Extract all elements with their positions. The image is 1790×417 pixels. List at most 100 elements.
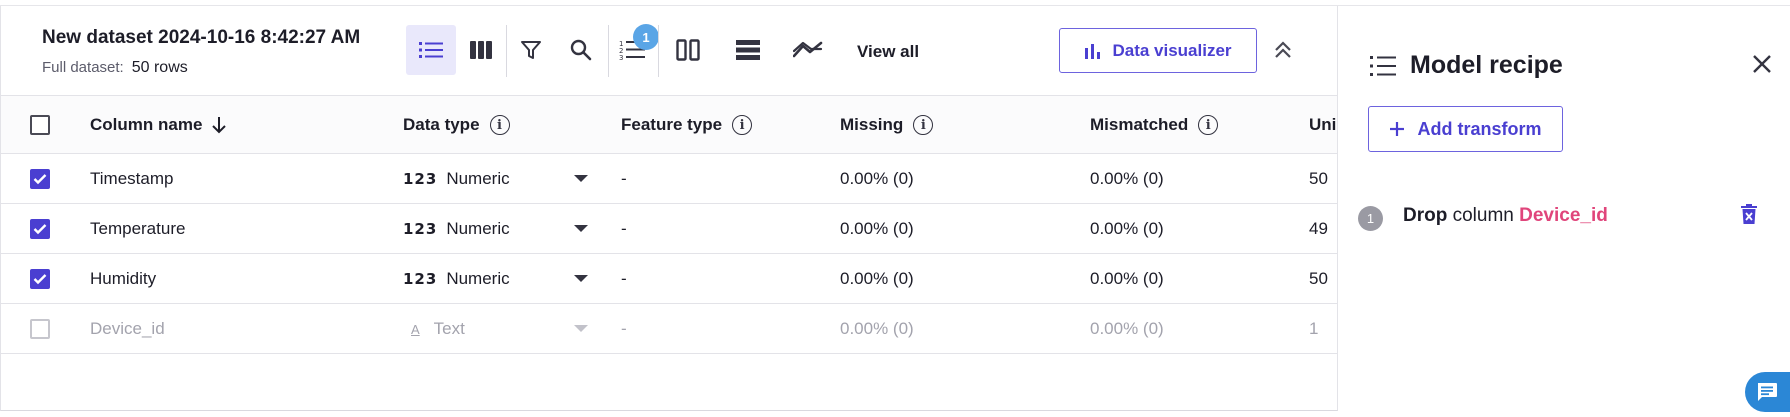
svg-text:3: 3 [619,54,623,61]
numeric-type-icon: 123 [403,220,438,238]
mismatched-cell: 0.00% (0) [1090,219,1164,238]
recipe-count-badge: 1 [633,24,659,50]
data-visualizer-label: Data visualizer [1112,40,1232,60]
check-icon [33,274,47,285]
chevron-down-icon[interactable] [574,225,588,232]
panel-title: Model recipe [1410,51,1563,79]
unique-cell: 50 [1309,269,1328,288]
double-chevron-up-icon [1275,41,1291,58]
column-name-header[interactable]: Column name [90,96,227,154]
search-button[interactable] [556,25,606,75]
data-type-cell[interactable]: 123 Numeric [403,254,510,304]
row-checkbox[interactable] [30,269,50,289]
missing-cell: 0.00% (0) [840,219,914,238]
chevron-down-icon[interactable] [574,325,588,332]
table-row[interactable]: Temperature 123 Numeric - 0.00% (0) 0.00… [1,204,1337,254]
recipe-step[interactable]: Drop column Device_id [1403,205,1608,227]
filter-icon [521,41,541,59]
dataset-title: New dataset 2024-10-16 8:42:27 AM [42,27,361,48]
step-verb: Drop [1403,205,1448,226]
missing-header: Missing i [840,96,934,154]
column-name-cell: Humidity [90,269,157,288]
delete-step-button[interactable] [1741,204,1757,229]
column-view-button[interactable] [456,25,506,75]
row-checkbox[interactable] [30,219,50,239]
collapse-toolbar-button[interactable] [1273,40,1293,65]
sort-down-icon [212,117,227,134]
data-type-cell[interactable]: 123 Numeric [403,204,510,254]
close-icon [1753,55,1771,73]
chevron-down-icon[interactable] [574,275,588,282]
feature-type-header: Feature type i [621,96,753,154]
list-icon [1370,56,1396,76]
trend-icon [793,41,823,58]
column-name-cell: Temperature [90,219,186,238]
text-type-icon: A [411,321,420,337]
column-name-cell: Device_id [90,319,165,338]
column-view-icon [470,41,492,59]
split-view-icon [676,39,700,61]
full-dataset-label: Full dataset: [42,59,124,76]
dataset-panel: New dataset 2024-10-16 8:42:27 AM Full d… [0,6,1338,411]
rows-view-button[interactable] [723,25,773,75]
missing-cell: 0.00% (0) [840,169,914,188]
table-header: Column name Data type i Feature type i M… [1,96,1337,154]
delete-icon [1741,204,1757,224]
rows-icon [736,40,760,60]
bar-chart-icon [1085,43,1101,59]
table-row[interactable]: Device_id A Text - 0.00% (0) 0.00% (0) 1 [1,304,1337,354]
add-transform-button[interactable]: Add transform [1368,106,1563,152]
row-checkbox[interactable] [30,319,50,339]
step-column: Device_id [1519,205,1608,226]
table-row[interactable]: Timestamp 123 Numeric - 0.00% (0) 0.00% … [1,154,1337,204]
search-icon [570,39,592,61]
data-visualizer-button[interactable]: Data visualizer [1059,28,1257,73]
data-type-header: Data type i [403,96,510,154]
mismatched-cell: 0.00% (0) [1090,269,1164,288]
step-middle: column [1452,205,1514,226]
dataset-size: Full dataset: 50 rows [42,59,188,77]
chevron-down-icon[interactable] [574,175,588,182]
trend-button[interactable] [783,25,833,75]
data-type-cell[interactable]: A Text [403,304,465,354]
column-name-cell: Timestamp [90,169,174,188]
toolbar-divider [658,25,659,77]
row-count: 50 rows [131,59,188,76]
step-number: 1 [1358,206,1383,231]
close-panel-button[interactable] [1752,54,1772,79]
dataset-toolbar: New dataset 2024-10-16 8:42:27 AM Full d… [1,6,1337,96]
list-view-button[interactable] [406,25,456,75]
table-row[interactable]: Humidity 123 Numeric - 0.00% (0) 0.00% (… [1,254,1337,304]
feature-type-cell: - [621,219,627,238]
chat-button[interactable] [1745,372,1790,412]
feature-type-cell: - [621,169,627,188]
unique-cell: 1 [1309,319,1319,338]
select-all-checkbox[interactable] [30,115,50,135]
info-icon[interactable]: i [913,115,934,135]
split-view-button[interactable] [663,25,713,75]
list-view-icon [419,42,443,58]
unique-header: Uni [1309,115,1337,134]
check-icon [33,224,47,235]
mismatched-header: Mismatched i [1090,96,1219,154]
mismatched-cell: 0.00% (0) [1090,169,1164,188]
info-icon[interactable]: i [1198,115,1219,135]
numeric-type-icon: 123 [403,270,438,288]
filter-button[interactable] [506,25,556,75]
mismatched-cell: 0.00% (0) [1090,319,1164,338]
view-all-link[interactable]: View all [857,42,919,62]
missing-cell: 0.00% (0) [840,319,914,338]
add-transform-label: Add transform [1417,118,1542,139]
data-type-cell[interactable]: 123 Numeric [403,154,510,204]
row-checkbox[interactable] [30,169,50,189]
feature-type-cell: - [621,319,627,338]
plus-icon [1390,122,1405,136]
numeric-type-icon: 123 [403,170,438,188]
info-icon[interactable]: i [732,115,753,135]
unique-cell: 49 [1309,219,1328,238]
feature-type-cell: - [621,269,627,288]
unique-cell: 50 [1309,169,1328,188]
info-icon[interactable]: i [489,115,510,135]
model-recipe-panel: Model recipe Add transform 1 Drop column… [1338,6,1790,417]
check-icon [33,174,47,185]
